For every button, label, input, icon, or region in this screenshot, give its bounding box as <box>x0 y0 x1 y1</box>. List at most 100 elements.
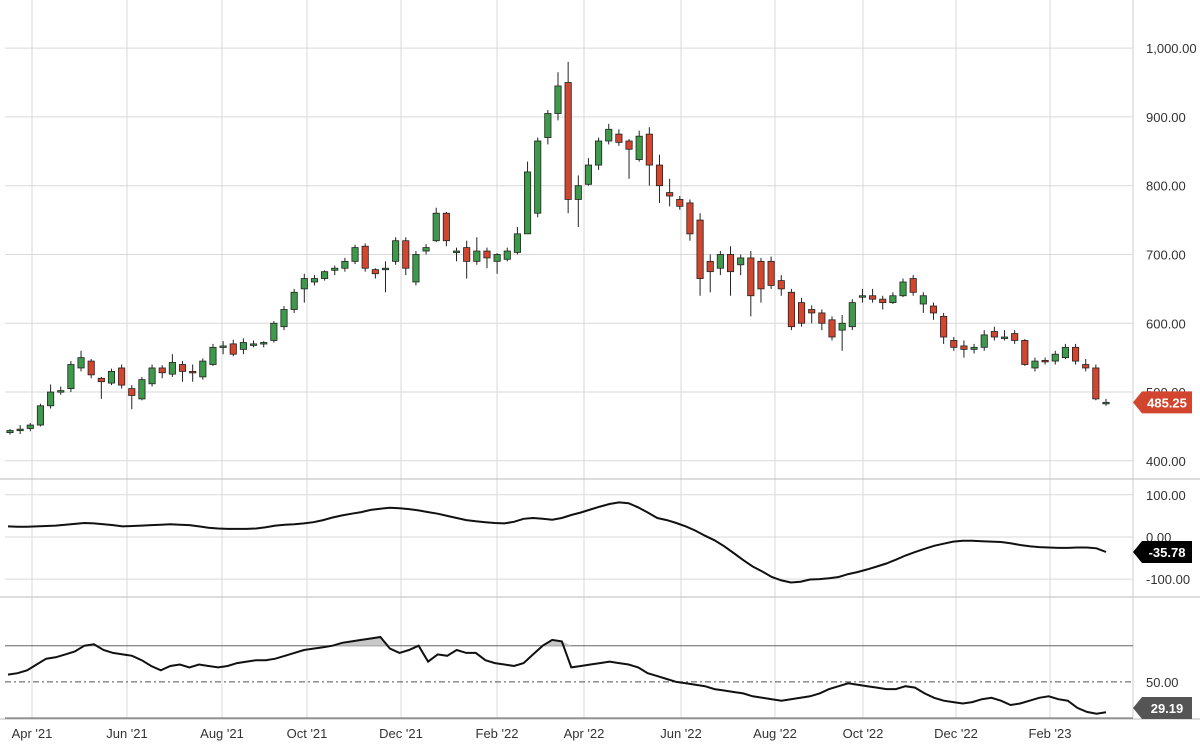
x-tick-label: Aug '22 <box>753 726 797 741</box>
x-tick-label: Oct '21 <box>287 726 328 741</box>
candle-up <box>199 360 207 378</box>
price-tick-label: 700.00 <box>1146 247 1186 262</box>
candle-up <box>493 254 501 262</box>
candle-up <box>584 164 592 185</box>
candle-up <box>605 128 613 142</box>
candle-up <box>980 334 988 348</box>
candle-up <box>331 267 339 271</box>
candle-up <box>544 113 552 138</box>
candle-up <box>574 185 582 200</box>
x-tick-label: Dec '21 <box>379 726 423 741</box>
last-price-tag: 485.25 <box>1133 391 1192 414</box>
candle-up <box>77 357 85 369</box>
candle-down <box>798 302 806 324</box>
candle-down <box>361 245 369 269</box>
candle-down <box>1041 359 1049 363</box>
x-tick-label: Aug '21 <box>200 726 244 741</box>
candle-up <box>300 278 308 290</box>
candle-down <box>402 240 410 269</box>
candle-up <box>524 171 532 235</box>
candle-up <box>534 140 542 214</box>
candle-up <box>67 364 75 389</box>
rsi-tag-label: 29.19 <box>1151 701 1184 716</box>
candle-down <box>696 219 704 279</box>
candle-down <box>1092 367 1100 400</box>
candle-down <box>777 280 785 290</box>
candle-down <box>676 199 684 207</box>
candle-down <box>828 319 836 338</box>
last-price-tag-label: 485.25 <box>1147 395 1187 410</box>
candle-down <box>564 82 572 200</box>
candle-down <box>87 360 95 376</box>
candle-up <box>270 322 278 341</box>
candle-up <box>1031 360 1039 369</box>
candle-up <box>321 271 329 279</box>
x-tick-label: Dec '22 <box>934 726 978 741</box>
candle-up <box>280 309 288 328</box>
candle-up <box>858 295 866 298</box>
candle-down <box>787 291 795 328</box>
candle-up <box>422 247 430 252</box>
candle-up <box>970 346 978 350</box>
candle-up <box>107 370 116 384</box>
candle-down <box>960 345 968 350</box>
osc-tick-label: 100.00 <box>1146 488 1186 503</box>
candle-down <box>483 250 491 259</box>
candle-down <box>229 343 237 355</box>
candle-up <box>290 291 298 310</box>
candle-up <box>899 281 907 297</box>
candle-down <box>686 202 694 235</box>
oscillator-tag-label: -35.78 <box>1149 545 1186 560</box>
candle-down <box>1021 340 1029 365</box>
candle-down <box>666 192 674 197</box>
oscillator-tag: -35.78 <box>1133 541 1192 564</box>
candle-down <box>655 164 664 187</box>
price-tick-label: 1,000.00 <box>1146 41 1197 56</box>
rsi-pane <box>5 635 1133 719</box>
candle-down <box>97 377 105 383</box>
candle-down <box>625 140 633 150</box>
x-tick-label: Apr '21 <box>12 726 53 741</box>
candle-up <box>260 342 268 345</box>
candle-down <box>463 247 471 262</box>
candle-down <box>118 367 126 386</box>
candle-down <box>1072 346 1080 362</box>
candle-up <box>737 257 745 266</box>
candle-up <box>392 240 400 262</box>
candle-up <box>168 362 176 375</box>
candle-up <box>848 302 856 328</box>
candle-down <box>615 133 623 143</box>
candle-up <box>503 250 511 260</box>
candle-down <box>178 364 187 372</box>
candle-up <box>381 267 390 271</box>
x-tick-label: Feb '22 <box>476 726 519 741</box>
candle-down <box>371 269 379 275</box>
rsi-tick-label: 50.00 <box>1146 675 1179 690</box>
candle-down <box>128 388 136 396</box>
x-tick-label: Jun '22 <box>660 726 702 741</box>
osc-tick-label: -100.00 <box>1146 572 1190 587</box>
candle-up <box>148 367 156 385</box>
candle-up <box>310 278 318 283</box>
candle-down <box>747 257 755 297</box>
rsi-tag: 29.19 <box>1133 697 1192 719</box>
candle-down <box>1011 333 1019 341</box>
candle-down <box>909 278 917 293</box>
candle-up <box>635 135 643 160</box>
x-tick-label: Apr '22 <box>564 726 605 741</box>
candle-up <box>16 428 24 432</box>
candle-down <box>706 260 714 273</box>
candle-up <box>1061 346 1069 359</box>
x-tick-label: Oct '22 <box>843 726 884 741</box>
chart-axes: Apr '21 Jun '21 Aug '21 Oct '21 Dec '21 Feb '… <box>12 41 1197 741</box>
candle-up <box>138 379 146 400</box>
candle-down <box>1082 364 1090 369</box>
candle-up <box>351 247 359 262</box>
stock-chart: Apr '21 Jun '21 Aug '21 Oct '21 Dec '21 Feb '… <box>0 0 1200 741</box>
candle-down <box>158 367 166 374</box>
candle-up <box>889 295 897 304</box>
price-candlestick-pane <box>6 61 1110 435</box>
price-tick-label: 900.00 <box>1146 110 1186 125</box>
candle-up <box>47 391 55 407</box>
candle-down <box>189 370 197 374</box>
